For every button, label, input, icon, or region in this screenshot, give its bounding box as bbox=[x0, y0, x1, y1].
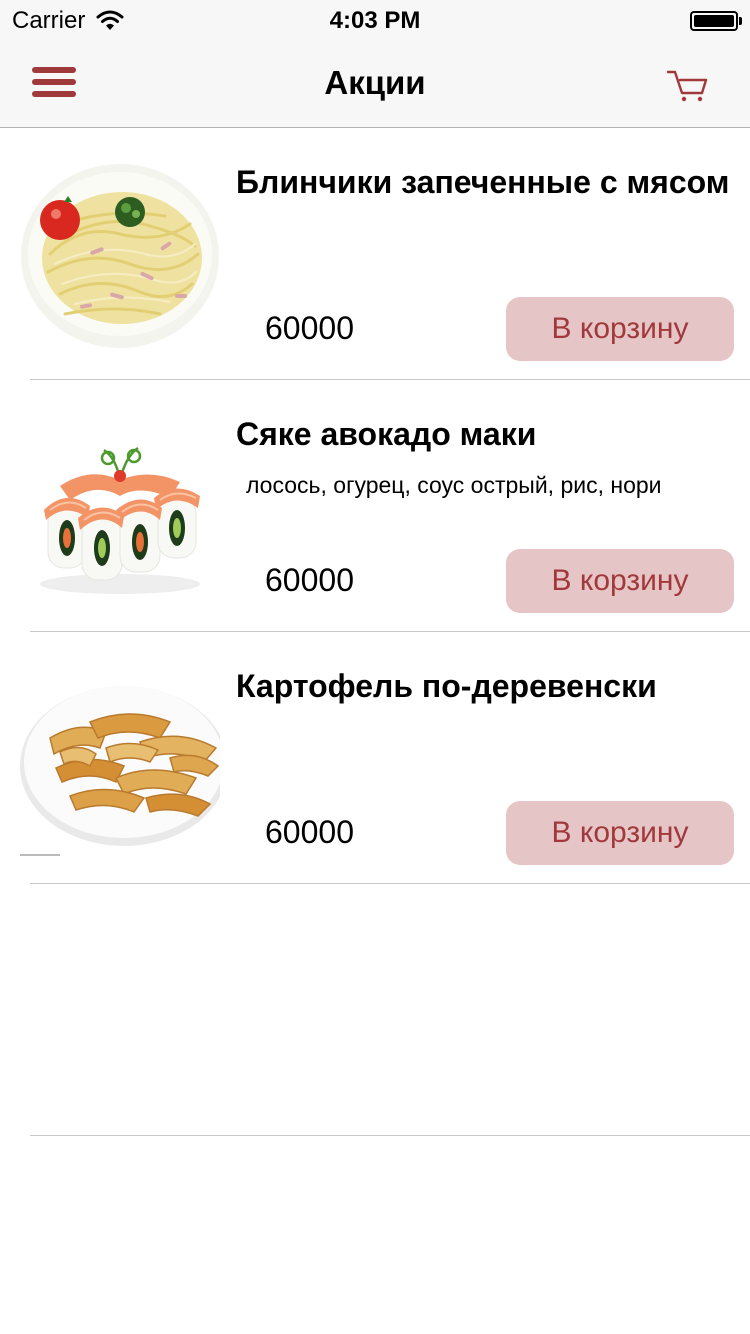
add-to-cart-button[interactable]: В корзину bbox=[506, 801, 734, 865]
status-bar: Carrier 4:03 PM bbox=[0, 0, 750, 40]
status-time: 4:03 PM bbox=[329, 7, 421, 34]
cart-icon bbox=[666, 70, 708, 102]
list-item[interactable]: Картофель по-деревенски 60000 В корзину bbox=[0, 632, 750, 884]
list-item[interactable]: Сяке авокадо маки лосось, огурец, соус о… bbox=[0, 380, 750, 632]
product-title: Блинчики запеченные с мясом bbox=[236, 164, 730, 200]
navigation-bar: Акции bbox=[0, 40, 750, 128]
row-separator bbox=[30, 883, 750, 884]
potato-wedges-image bbox=[20, 658, 220, 858]
product-title: Картофель по-деревенски bbox=[236, 668, 657, 704]
battery-nub bbox=[739, 17, 742, 25]
product-price: 60000 bbox=[265, 562, 354, 598]
page-title: Акции bbox=[324, 64, 426, 101]
product-title: Сяке авокадо маки bbox=[236, 416, 537, 452]
sushi-rolls-image bbox=[20, 406, 220, 606]
add-to-cart-button[interactable]: В корзину bbox=[506, 549, 734, 613]
product-price: 60000 bbox=[265, 814, 354, 850]
row-separator bbox=[30, 1135, 750, 1136]
product-price: 60000 bbox=[265, 310, 354, 346]
cart-button[interactable] bbox=[662, 62, 712, 106]
pasta-image bbox=[20, 154, 220, 354]
list-item[interactable]: Блинчики запеченные с мясом 60000 В корз… bbox=[0, 128, 750, 380]
add-to-cart-button[interactable]: В корзину bbox=[506, 297, 734, 361]
product-description: лосось, огурец, соус острый, рис, нори bbox=[246, 472, 662, 498]
battery-icon bbox=[690, 11, 738, 31]
